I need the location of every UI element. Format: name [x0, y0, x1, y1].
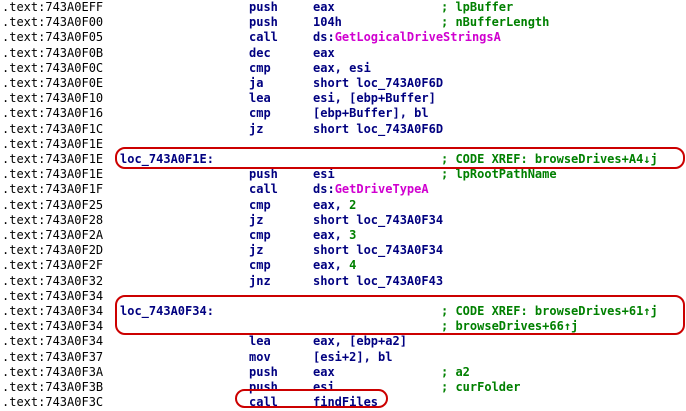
- operand-text: [esi+2], bl: [313, 349, 393, 364]
- operand-text: eax, [ebp+a2]: [313, 334, 407, 349]
- operand-number: 4: [349, 258, 357, 273]
- operand-text: short loc_743A0F6D: [313, 121, 444, 136]
- operand-text: short loc_743A0F34: [313, 212, 444, 227]
- operand-prefix: ds:: [313, 30, 335, 45]
- operand-text: eax,: [313, 197, 350, 212]
- highlight-call-findfiles: [235, 389, 388, 408]
- operand-text: eax: [313, 0, 335, 14]
- import-name[interactable]: GetDriveTypeA: [335, 182, 429, 196]
- operand-text: [ebp+Buffer], bl: [313, 106, 429, 121]
- highlight-loc-743a0f1e: [115, 147, 685, 169]
- highlight-loc-743a0f34: [115, 295, 685, 335]
- row-address: .text:743A0F3C: [2, 395, 104, 410]
- operand-text: 104h: [313, 15, 342, 30]
- operand-text: short loc_743A0F34: [313, 243, 444, 258]
- operand-text: eax,: [313, 258, 350, 273]
- operand-text: eax, esi: [313, 60, 371, 75]
- operand-number: 3: [349, 228, 357, 242]
- operand-text: eax,: [313, 228, 350, 242]
- operand-number: 2: [349, 197, 357, 212]
- operand-text: eax: [313, 364, 335, 379]
- operand-text: esi: [313, 167, 335, 182]
- operand-text: short loc_743A0F6D: [313, 76, 444, 90]
- operand-text: short loc_743A0F43: [313, 273, 444, 288]
- operand-text: esi, [ebp+Buffer]: [313, 91, 436, 106]
- operand-text: eax: [313, 45, 335, 60]
- operand-prefix: ds:: [313, 182, 335, 197]
- disassembly-listing[interactable]: .text:743A0EFF push eax; lpBuffer .text:743…: [0, 0, 686, 409]
- import-name[interactable]: GetLogicalDriveStringsA: [335, 30, 501, 44]
